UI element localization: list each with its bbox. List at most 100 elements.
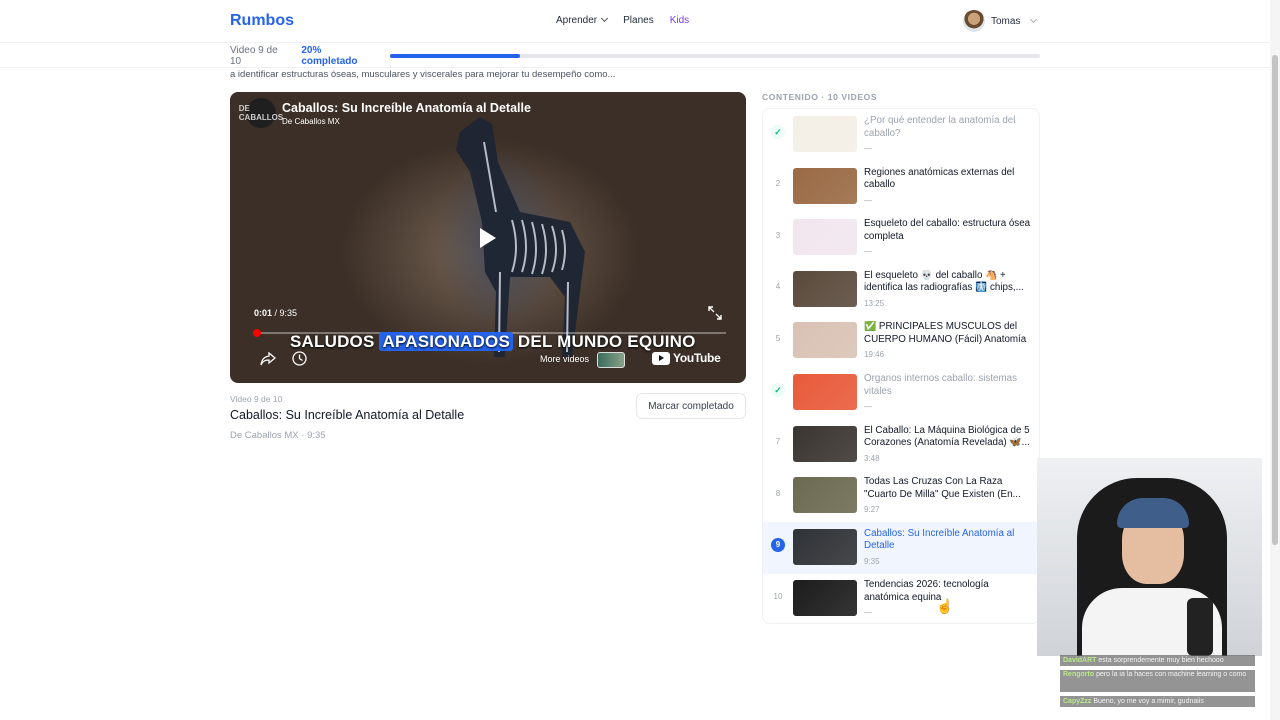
item-duration: 19:46 [864,350,885,360]
item-number: 10 [773,591,783,601]
item-thumbnail[interactable] [793,580,857,617]
item-duration: — [864,144,872,153]
time-total: 9:35 [279,308,298,318]
play-icon[interactable] [480,228,496,248]
sidebar-list: ✓ ¿Por qué entender la anatomía del cabal… [762,108,1040,624]
item-thumbnail[interactable] [793,167,857,204]
item-thumbnail[interactable] [793,374,857,410]
item-number: 3 [775,230,781,240]
playlist-item[interactable]: 4 El esqueleto 💀 del caballo 🐴 + identifi… [763,264,1039,316]
horse-image [456,117,585,357]
course-description: a identificar estructuras óseas, muscula… [230,69,616,80]
chat-message: Rengorto pero la ia la haces con machine… [1060,670,1255,692]
item-duration: 9:27 [864,505,880,515]
time-current: 0:01 [254,308,273,318]
progress-percent: 20% completado [301,45,358,67]
playlist-item[interactable]: 9 Caballos: Su Increíble Anatomía al Deta… [763,521,1039,574]
fullscreen-icon[interactable] [708,306,722,320]
item-number: 8 [775,488,781,498]
video-caption: SALUDOS APASIONADOS DEL MUNDO EQUINO [290,332,696,352]
item-number: ✓ [771,125,785,139]
chevron-down-icon [601,14,609,23]
nav-planes[interactable]: Planes [623,15,654,26]
mark-complete-button[interactable]: Marcar completado [636,393,746,419]
course-progress: Video 9 de 10 20% completado [230,45,1040,67]
item-title: ✅ PRINCIPALES MÚSCULOS del CUERPO HUMANO… [864,321,1027,345]
playlist-item[interactable]: 5 ✅ PRINCIPALES MÚSCULOS del CUERPO HUMAN… [763,315,1039,367]
more-videos-link[interactable]: More videos [540,354,589,364]
playlist-item[interactable]: 10 Tendencias 2026: tecnología anatómica … [763,573,1039,623]
item-thumbnail[interactable] [793,477,857,514]
item-duration: — [864,608,872,618]
user-name: Tomas [991,15,1021,27]
chat-text: pero la ia la haces con machine learning… [1096,671,1247,678]
item-title: ¿Por qué entender la anatomía del caball… [864,115,1016,139]
item-thumbnail[interactable] [793,116,857,152]
video-player[interactable]: DE CABALLOS Caballos: Su Increíble Anato… [230,92,746,383]
item-number: 4 [775,282,781,292]
video-count: Video 9 de 10 [230,45,278,67]
nav-kids[interactable]: Kids [670,15,689,26]
seek-handle[interactable] [253,329,261,337]
current-video-count: Video 9 de 10 [230,394,283,404]
divider [0,67,1270,68]
item-number: 5 [775,333,781,343]
item-number: 9 [771,537,785,552]
player-time: 0:01 / 9:35 [254,308,298,318]
item-number: 2 [775,179,781,189]
item-duration: 3:48 [864,453,880,463]
more-videos-thumbnail[interactable] [597,352,625,368]
item-title: Esqueleto del caballo: estructura ósea c… [864,218,1031,242]
chat-text: Bueno, yo me voy a mimir, gudnaiis [1093,698,1204,705]
item-title: El esqueleto 💀 del caballo 🐴 + identific… [864,269,1024,294]
playlist-item[interactable]: 3 Esqueleto del caballo: estructura ósea … [763,212,1039,264]
item-thumbnail[interactable] [793,322,857,359]
caption-word: DEL MUNDO EQUINO [517,332,696,351]
item-number: ✓ [771,383,785,397]
item-thumbnail[interactable] [793,219,857,256]
playlist-item[interactable]: 2 Regiones anatómicas externas del caball… [763,161,1039,213]
channel-badge[interactable]: DE CABALLOS [239,98,283,128]
item-thumbnail[interactable] [793,270,857,307]
sidebar-heading: CONTENIDO · 10 VIDEOS [762,92,878,102]
page-scrollbar[interactable] [1270,0,1280,720]
player-title[interactable]: Caballos: Su Increíble Anatomía al Detal… [282,101,531,115]
current-video-title: Caballos: Su Increíble Anatomía al Detal… [230,408,465,422]
item-duration: 9:35 [864,556,880,566]
chat-user: CapyZzz [1063,698,1092,705]
playlist-item[interactable]: 7 El Caballo: La Máquina Biológica de 5 C… [763,419,1039,471]
item-duration: — [864,247,872,257]
chat-user: Rengorto [1063,671,1095,678]
nav-links: Aprender Planes Kids [556,14,689,26]
playlist-item[interactable]: ✓ Órganos internos caballo: sistemas vita… [763,367,1039,419]
item-title: Caballos: Su Increíble Anatomía al Detal… [864,527,1015,552]
chat-message: DavidART esta sorprendemente muy bien he… [1060,655,1255,666]
playlist-item[interactable]: ✓ ¿Por qué entender la anatomía del cabal… [763,109,1039,161]
youtube-link[interactable]: YouTube [652,351,721,365]
webcam-microphone [1187,598,1213,656]
webcam-cap [1117,498,1189,528]
item-duration: 13:25 [864,298,885,308]
nav-aprender[interactable]: Aprender [556,14,609,26]
playlist-item[interactable]: 8 Todas Las Cruzas Con La Raza "Cuarto De… [763,470,1039,522]
caption-word: SALUDOS [290,332,375,351]
current-video-meta: De Caballos MX · 9:35 [230,430,326,441]
item-thumbnail[interactable] [793,425,857,462]
youtube-label: YouTube [673,351,721,365]
caption-highlight: APASIONADOS [379,332,513,351]
progress-fill [390,54,521,58]
nav-aprender-label: Aprender [556,15,598,26]
logo[interactable]: Rumbos [230,12,294,30]
user-menu[interactable]: Tomas [963,10,1038,32]
share-icon[interactable] [260,352,276,366]
page: Rumbos Aprender Planes Kids Tomas Video … [0,0,1280,720]
watch-later-icon[interactable] [292,351,307,366]
item-title: Todas Las Cruzas Con La Raza "Cuarto De … [864,476,1021,500]
avatar [963,10,985,32]
hand-cursor-icon: ☝ [936,598,954,614]
player-channel: De Caballos MX [282,117,340,126]
item-thumbnail[interactable] [793,528,857,565]
item-duration: — [864,195,872,205]
item-title: Órganos internos caballo: sistemas vital… [864,373,1018,397]
scrollbar-thumb[interactable] [1272,55,1278,545]
